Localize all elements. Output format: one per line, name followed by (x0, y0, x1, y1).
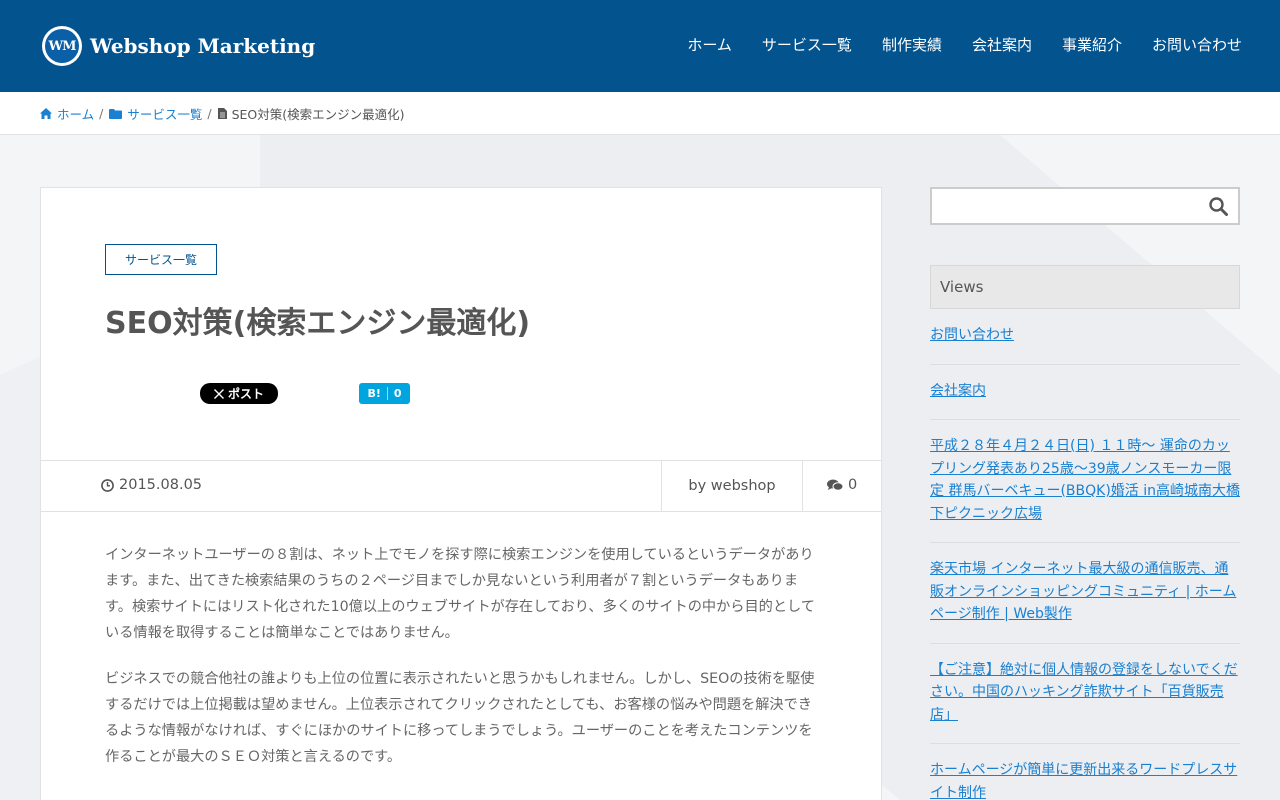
nav-services[interactable]: サービス一覧 (762, 34, 852, 55)
article-body: インターネットユーザーの８割は、ネット上でモノを探す際に検索エンジンを使用してい… (105, 542, 817, 790)
list-item: ホームページが簡単に更新出来るワードプレスサイト制作 (930, 744, 1240, 800)
article-meta: 2015.08.05 by webshop 0 (41, 460, 881, 512)
sidebar-search (930, 187, 1240, 225)
breadcrumb-current: SEO対策(検索エンジン最適化) (217, 104, 405, 123)
widget-link[interactable]: 会社案内 (930, 383, 986, 399)
site-header: WM Webshop Marketing ホーム サービス一覧 制作実績 会社案… (0, 0, 1280, 92)
x-logo-icon (213, 388, 224, 399)
logo-mark: WM (42, 26, 82, 66)
x-post-button[interactable]: ポスト (200, 383, 278, 404)
breadcrumb-separator: / (99, 106, 104, 121)
breadcrumb-category-label: サービス一覧 (127, 107, 203, 122)
list-item: お問い合わせ (930, 309, 1240, 365)
breadcrumb: ホーム / サービス一覧 / SEO対策(検索エンジン最適化) (40, 104, 405, 123)
hatena-label: B! (367, 387, 381, 400)
site-logo[interactable]: WM Webshop Marketing (42, 26, 315, 66)
article-paragraph: ビジネスでの競合他社の誰よりも上位の位置に表示されたいと思うかもしれません。しか… (105, 671, 815, 765)
post-date: 2015.08.05 (101, 477, 202, 493)
clock-icon (101, 478, 114, 492)
hatena-divider (386, 387, 388, 400)
widget-link[interactable]: 【ご注意】絶対に個人情報の登録をしないでください。中国のハッキング詐欺サイト「百… (930, 662, 1238, 723)
x-post-label: ポスト (227, 387, 264, 401)
widget-link[interactable]: 楽天市場 インターネット最大級の通信販売、通販オンラインショッピングコミュニティ… (930, 561, 1236, 622)
breadcrumb-bar: ホーム / サービス一覧 / SEO対策(検索エンジン最適化) (0, 92, 1280, 135)
widget-link[interactable]: 平成２８年４月２４日(日) １１時〜 運命のカップリング発表あり25歳〜39歳ノ… (930, 438, 1240, 522)
breadcrumb-home[interactable]: ホーム (40, 104, 94, 123)
logo-mark-text: WM (45, 29, 79, 63)
breadcrumb-separator: / (207, 106, 212, 121)
breadcrumb-category[interactable]: サービス一覧 (109, 104, 202, 123)
list-item: 平成２８年４月２４日(日) １１時〜 運命のカップリング発表あり25歳〜39歳ノ… (930, 420, 1240, 543)
hatena-count: 0 (393, 387, 402, 400)
post-date-text: 2015.08.05 (119, 477, 203, 493)
list-item: 【ご注意】絶対に個人情報の登録をしないでください。中国のハッキング詐欺サイト「百… (930, 644, 1240, 744)
home-icon (40, 108, 52, 119)
views-widget-list: お問い合わせ 会社案内 平成２８年４月２４日(日) １１時〜 運命のカップリング… (930, 309, 1240, 800)
widget-link[interactable]: お問い合わせ (930, 327, 1014, 343)
post-author[interactable]: by webshop (661, 461, 803, 511)
article-paragraph: インターネットユーザーの８割は、ネット上でモノを探す際に検索エンジンを使用してい… (105, 547, 815, 641)
article-card: サービス一覧 SEO対策(検索エンジン最適化) ポスト B! 0 2015.08… (40, 187, 882, 800)
nav-contact[interactable]: お問い合わせ (1152, 34, 1242, 55)
comments-icon (827, 479, 843, 491)
breadcrumb-home-label: ホーム (57, 107, 95, 122)
category-tag[interactable]: サービス一覧 (105, 244, 217, 275)
search-button[interactable] (1209, 197, 1228, 220)
widget-title: Views (930, 265, 1240, 309)
breadcrumb-current-label: SEO対策(検索エンジン最適化) (231, 107, 405, 122)
widget-link[interactable]: ホームページが簡単に更新出来るワードプレスサイト制作 (930, 762, 1237, 800)
search-icon (1209, 197, 1228, 216)
list-item: 楽天市場 インターネット最大級の通信販売、通販オンラインショッピングコミュニティ… (930, 543, 1240, 644)
hatena-bookmark-button[interactable]: B! 0 (359, 383, 410, 404)
list-item: 会社案内 (930, 365, 1240, 420)
article-title: SEO対策(検索エンジン最適化) (105, 306, 531, 341)
main-nav: ホーム サービス一覧 制作実績 会社案内 事業紹介 お問い合わせ (657, 34, 1242, 55)
nav-company[interactable]: 会社案内 (972, 34, 1032, 55)
file-icon (217, 108, 227, 119)
search-input[interactable] (932, 189, 1200, 223)
comment-count[interactable]: 0 (827, 477, 857, 493)
logo-text: Webshop Marketing (90, 34, 316, 58)
nav-home[interactable]: ホーム (687, 34, 732, 55)
nav-works[interactable]: 制作実績 (882, 34, 942, 55)
nav-business[interactable]: 事業紹介 (1062, 34, 1122, 55)
folder-icon (109, 108, 123, 119)
comment-count-text: 0 (848, 477, 858, 493)
